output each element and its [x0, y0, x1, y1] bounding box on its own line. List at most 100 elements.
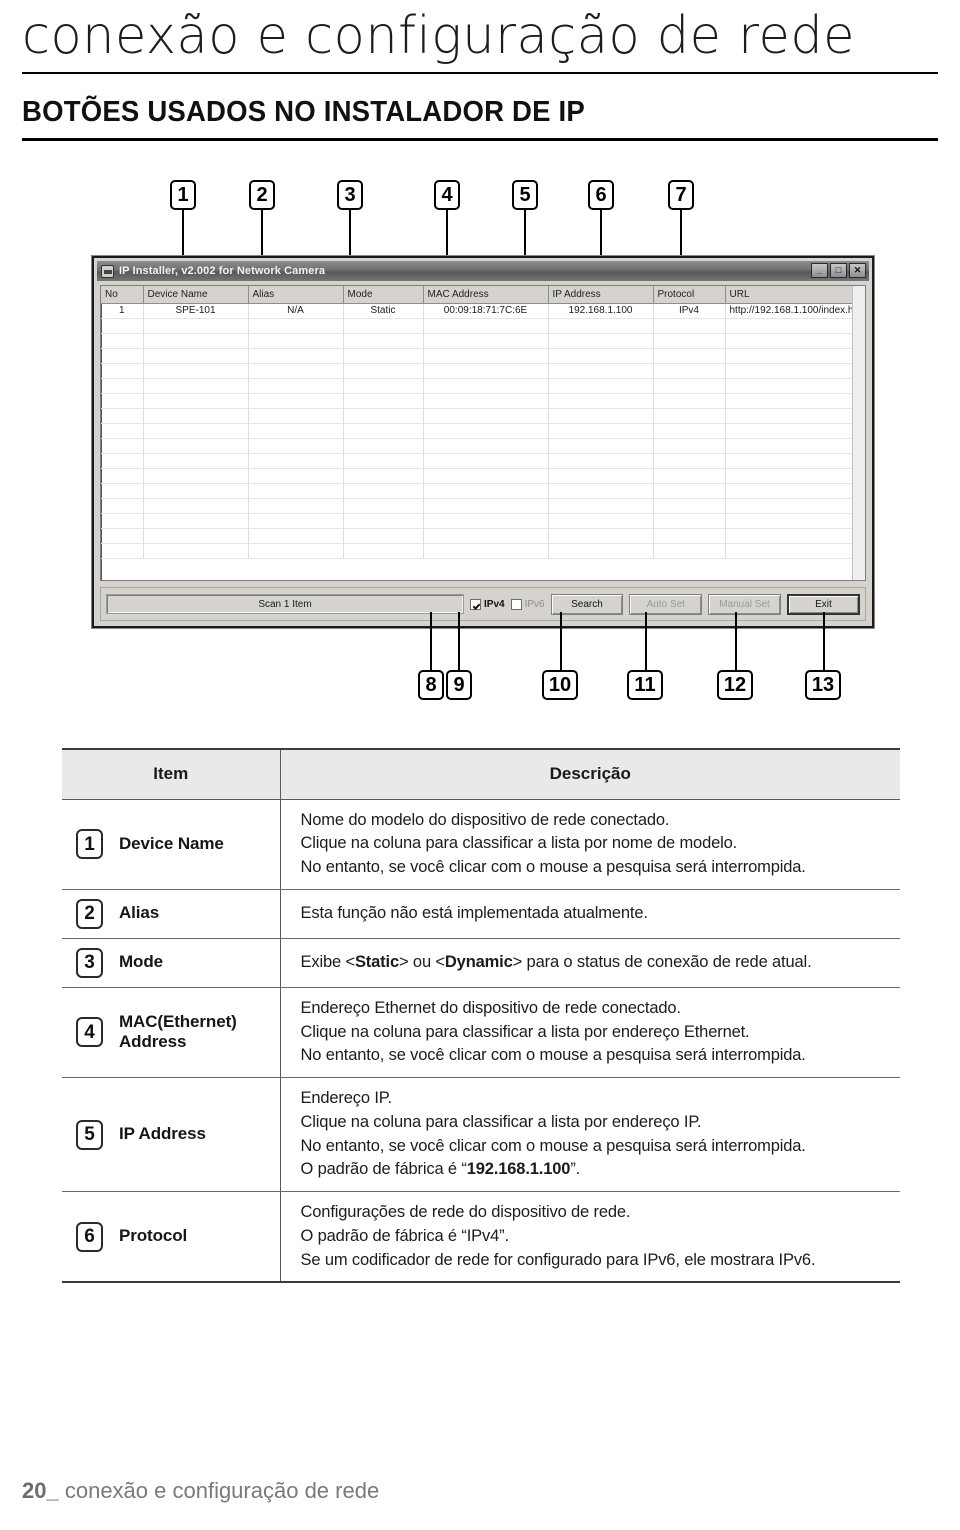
ip-installer-window: IP Installer, v2.002 for Network Camera … — [92, 256, 874, 628]
description-line: O padrão de fábrica é “IPv4”. — [300, 1226, 510, 1245]
column-header-mac-address[interactable]: MAC Address — [423, 286, 549, 304]
camera-icon — [101, 264, 114, 278]
table-row-empty — [101, 513, 865, 529]
callout-5-label: 5 — [519, 184, 531, 206]
section-heading: BOTÕES USADOS NO INSTALADOR DE IP — [22, 96, 585, 128]
table-row-empty — [101, 438, 865, 454]
page-title: conexão e configuração de rede — [22, 6, 856, 66]
callout-2-label: 2 — [256, 184, 268, 206]
item-cell-4: 4 MAC(Ethernet) Address — [62, 987, 281, 1079]
item-label-1: Device Name — [119, 833, 224, 853]
description-line: Endereço IP. — [300, 1089, 393, 1107]
callout-4-label: 4 — [441, 184, 453, 206]
column-header-device-name[interactable]: Device Name — [143, 286, 249, 304]
description-line: O padrão de fábrica é “192.168.1.100”. — [300, 1160, 581, 1179]
item-badge-6: 6 — [76, 1221, 103, 1252]
description-cell-3: Exibe <Static> ou <Dynamic> para o statu… — [280, 938, 900, 988]
item-badge-1: 1 — [76, 829, 103, 860]
cell-ip-address: 192.168.1.100 — [548, 303, 654, 319]
device-list-panel: No Device Name Alias Mode MAC Address IP… — [100, 285, 866, 581]
cell-mode: Static — [343, 303, 424, 319]
description-line: Configurações de rede do dispositivo de … — [300, 1203, 631, 1221]
item-badge-3: 3 — [76, 947, 103, 978]
close-icon[interactable]: ✕ — [849, 263, 866, 278]
manual-set-button[interactable]: Manual Set — [708, 593, 781, 615]
callout-12-label: 12 — [723, 674, 747, 696]
description-cell-1: Nome do modelo do dispositivo de rede co… — [280, 799, 900, 890]
table-row-empty — [101, 348, 865, 364]
callout-13: 13 — [805, 670, 841, 700]
callout-13-leader — [823, 612, 825, 670]
description-line: Clique na coluna para classificar a list… — [300, 834, 738, 853]
callout-9-label: 9 — [453, 674, 465, 696]
table-row[interactable]: 1 SPE-101 N/A Static 00:09:18:71:7C:6E 1… — [101, 303, 865, 319]
callout-10: 10 — [542, 670, 578, 700]
vertical-scrollbar[interactable] — [852, 286, 865, 580]
column-header-mode[interactable]: Mode — [343, 286, 424, 304]
callout-12-leader — [735, 612, 737, 670]
cell-mac-address: 00:09:18:71:7C:6E — [423, 303, 549, 319]
description-row-5: 5 IP Address Endereço IP. Clique na colu… — [62, 1077, 900, 1192]
callout-9-leader — [458, 612, 460, 670]
callout-8: 8 — [418, 670, 444, 700]
table-row-empty — [101, 498, 865, 514]
item-label-6: Protocol — [119, 1226, 188, 1246]
callout-7: 7 — [668, 180, 694, 210]
callout-8-leader — [430, 612, 432, 670]
maximize-icon[interactable]: □ — [830, 263, 847, 278]
callout-3-label: 3 — [344, 184, 356, 206]
callout-7-label: 7 — [675, 184, 687, 206]
column-header-url[interactable]: URL — [725, 286, 865, 304]
callout-4: 4 — [434, 180, 460, 210]
column-header-no[interactable]: No — [101, 286, 144, 304]
column-header-protocol[interactable]: Protocol — [653, 286, 726, 304]
page-footer: 20_ conexão e configuração de rede — [22, 1478, 379, 1504]
column-header-ip-address[interactable]: IP Address — [548, 286, 654, 304]
column-header-alias[interactable]: Alias — [248, 286, 344, 304]
callout-10-label: 10 — [548, 674, 572, 696]
table-row-empty — [101, 318, 865, 334]
checkbox-icon — [470, 598, 481, 610]
description-row-3: 3 Mode Exibe <Static> ou <Dynamic> para … — [62, 938, 900, 988]
description-line: Clique na coluna para classificar a list… — [300, 1022, 750, 1041]
description-cell-4: Endereço Ethernet do dispositivo de rede… — [280, 987, 900, 1079]
item-label-3: Mode — [119, 952, 163, 972]
table-row-empty — [101, 423, 865, 439]
description-line: No entanto, se você clicar com o mouse a… — [300, 1046, 806, 1065]
table-row-empty — [101, 483, 865, 499]
table-row-empty — [101, 543, 865, 559]
description-header-row: Item Descrição — [62, 748, 900, 800]
callout-5: 5 — [512, 180, 538, 210]
item-cell-5: 5 IP Address — [62, 1077, 281, 1192]
item-cell-6: 6 Protocol — [62, 1191, 281, 1284]
manual-page: conexão e configuração de rede BOTÕES US… — [0, 0, 960, 1530]
page-number: 20_ — [22, 1478, 59, 1503]
item-cell-3: 3 Mode — [62, 938, 281, 988]
description-cell-2: Esta função não está implementada atualm… — [280, 889, 900, 939]
description-line: Esta função não está implementada atualm… — [300, 903, 648, 922]
callout-9: 9 — [446, 670, 472, 700]
description-line: No entanto, se você clicar com o mouse a… — [300, 1136, 806, 1155]
ipv6-label: IPv6 — [524, 598, 545, 610]
auto-set-button[interactable]: Auto Set — [629, 593, 703, 615]
callout-3: 3 — [337, 180, 363, 210]
minimize-icon[interactable]: _ — [811, 263, 828, 278]
ipv6-checkbox[interactable]: IPv6 — [510, 598, 545, 610]
cell-protocol: IPv4 — [653, 303, 726, 319]
item-cell-2: 2 Alias — [62, 889, 281, 939]
cell-no: 1 — [101, 303, 144, 319]
callout-8-label: 8 — [425, 674, 437, 696]
description-line: Nome do modelo do dispositivo de rede co… — [300, 810, 670, 829]
callout-6-label: 6 — [595, 184, 607, 206]
item-label-2: Alias — [119, 903, 160, 923]
description-table: Item Descrição 1 Device Name Nome do mod… — [62, 748, 900, 1284]
header-item: Item — [62, 748, 281, 800]
description-cell-6: Configurações de rede do dispositivo de … — [280, 1191, 900, 1284]
cell-alias: N/A — [248, 303, 344, 319]
checkbox-icon — [510, 598, 522, 610]
window-controls: _ □ ✕ — [811, 263, 866, 278]
ipv4-checkbox[interactable]: IPv4 — [470, 598, 505, 610]
table-header-row: No Device Name Alias Mode MAC Address IP… — [101, 286, 865, 304]
table-row-empty — [101, 393, 865, 409]
section-divider — [22, 138, 938, 141]
